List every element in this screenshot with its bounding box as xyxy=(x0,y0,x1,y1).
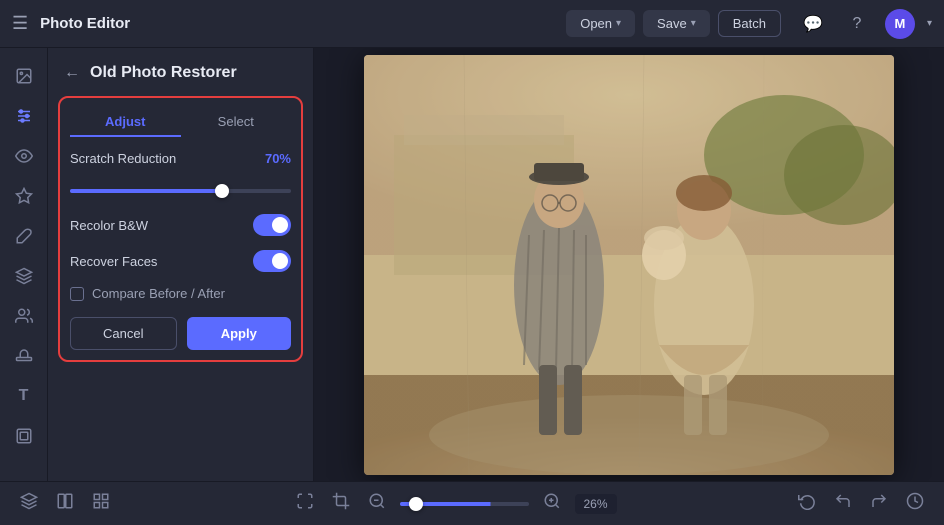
sidebar-icon-image[interactable] xyxy=(6,58,42,94)
sidebar-icon-brush[interactable] xyxy=(6,218,42,254)
bottom-center-zoom: 26% xyxy=(292,488,617,519)
recover-faces-toggle-slider xyxy=(253,250,291,272)
recolor-bw-toggle[interactable] xyxy=(253,214,291,236)
help-icon[interactable]: ? xyxy=(841,8,873,40)
save-chevron-icon: ▾ xyxy=(691,18,696,29)
fit-screen-icon[interactable] xyxy=(292,488,318,519)
panel-content-box: Adjust Select Scratch Reduction 70% Reco… xyxy=(58,96,303,362)
sidebar-icon-stamp[interactable] xyxy=(6,338,42,374)
undo-icon[interactable] xyxy=(830,488,856,519)
side-panel: ← Old Photo Restorer Adjust Select Scrat… xyxy=(48,48,314,481)
panel-title: Old Photo Restorer xyxy=(90,64,237,82)
recover-faces-row: Recover Faces xyxy=(70,250,291,272)
icon-bar: T xyxy=(0,48,48,481)
open-button[interactable]: Open ▾ xyxy=(566,10,635,37)
tab-select[interactable]: Select xyxy=(181,108,292,137)
tab-bar: Adjust Select xyxy=(70,108,291,137)
bottom-left-tools xyxy=(16,488,114,519)
app-title: Photo Editor xyxy=(40,15,130,32)
recolor-bw-row: Recolor B&W xyxy=(70,214,291,236)
bottombar: 26% xyxy=(0,481,944,525)
layers-bottom-icon[interactable] xyxy=(16,488,42,519)
redo-icon[interactable] xyxy=(866,488,892,519)
compare-bottom-icon[interactable] xyxy=(52,488,78,519)
zoom-slider[interactable] xyxy=(400,502,529,506)
zoom-value: 26% xyxy=(575,494,617,514)
menu-icon[interactable]: ☰ xyxy=(12,13,28,34)
rotate-icon[interactable] xyxy=(794,488,820,519)
recolor-bw-toggle-slider xyxy=(253,214,291,236)
compare-row: Compare Before / After xyxy=(70,286,291,301)
avatar[interactable]: M xyxy=(885,9,915,39)
sidebar-icon-text[interactable]: T xyxy=(6,378,42,414)
zoom-out-icon[interactable] xyxy=(364,488,390,519)
compare-checkbox[interactable] xyxy=(70,287,84,301)
sidebar-icon-eye[interactable] xyxy=(6,138,42,174)
save-button[interactable]: Save ▾ xyxy=(643,10,710,37)
scratch-reduction-slider[interactable] xyxy=(70,189,291,193)
photo-frame xyxy=(364,55,894,475)
zoom-in-icon[interactable] xyxy=(539,488,565,519)
scratch-reduction-value: 70% xyxy=(265,151,291,166)
panel-header: ← Old Photo Restorer xyxy=(48,48,313,96)
recover-faces-toggle[interactable] xyxy=(253,250,291,272)
sidebar-icon-frame[interactable] xyxy=(6,418,42,454)
bottom-right-actions xyxy=(794,488,928,519)
batch-button[interactable]: Batch xyxy=(718,10,781,37)
canvas-area xyxy=(314,48,944,481)
sidebar-icon-layers[interactable] xyxy=(6,258,42,294)
open-chevron-icon: ▾ xyxy=(616,18,621,29)
back-button[interactable]: ← xyxy=(62,62,82,84)
scratch-reduction-control: Scratch Reduction 70% xyxy=(70,151,291,198)
cancel-button[interactable]: Cancel xyxy=(70,317,177,350)
recolor-bw-label: Recolor B&W xyxy=(70,218,148,233)
topbar-actions: 💬 ? M ▾ xyxy=(797,8,932,40)
sidebar-icon-adjust[interactable] xyxy=(6,98,42,134)
apply-button[interactable]: Apply xyxy=(187,317,292,350)
main-area: T ← Old Photo Restorer Adjust Select Scr… xyxy=(0,48,944,481)
comment-icon[interactable]: 💬 xyxy=(797,8,829,40)
crop-icon[interactable] xyxy=(328,488,354,519)
tab-adjust[interactable]: Adjust xyxy=(70,108,181,137)
grid-bottom-icon[interactable] xyxy=(88,488,114,519)
sidebar-icon-people[interactable] xyxy=(6,298,42,334)
history-icon[interactable] xyxy=(902,488,928,519)
avatar-chevron-icon[interactable]: ▾ xyxy=(927,18,932,29)
sidebar-icon-magic[interactable] xyxy=(6,178,42,214)
action-buttons: Cancel Apply xyxy=(70,317,291,350)
scratch-reduction-row: Scratch Reduction 70% xyxy=(70,151,291,166)
scratch-reduction-label: Scratch Reduction xyxy=(70,151,176,166)
topbar: ☰ Photo Editor Open ▾ Save ▾ Batch 💬 ? M… xyxy=(0,0,944,48)
recover-faces-label: Recover Faces xyxy=(70,254,157,269)
photo-image xyxy=(364,55,894,475)
compare-label: Compare Before / After xyxy=(92,286,225,301)
